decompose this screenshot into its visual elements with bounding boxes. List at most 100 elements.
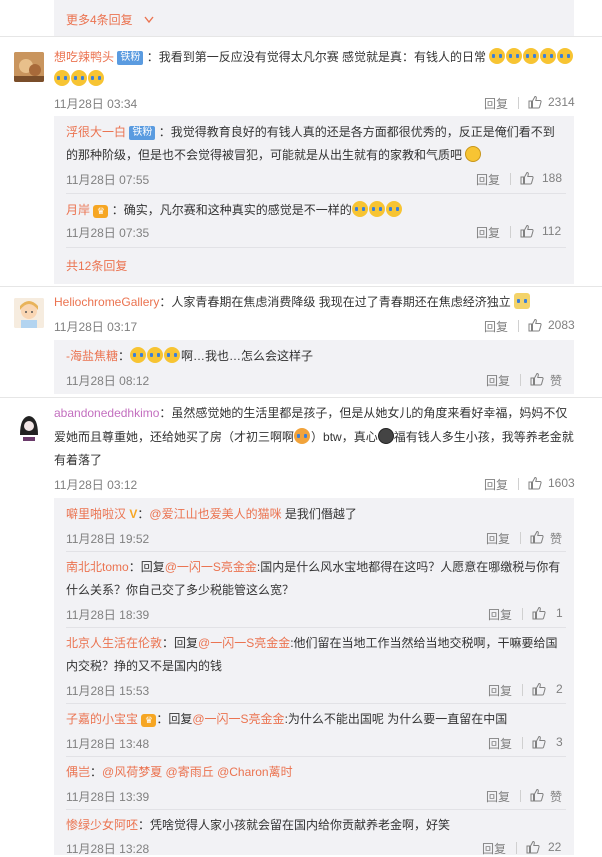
comment-text: 福有钱人多生小孩，我等养老金就 — [393, 430, 574, 444]
reply-prefix: ：回复 — [128, 560, 165, 574]
reply-actions: 回复 188 — [476, 171, 576, 187]
replier-name[interactable]: 噼里啪啦汉 — [66, 507, 126, 521]
crying-emoji-icon — [164, 347, 181, 363]
more-replies-link[interactable]: 更多4条回复 — [66, 11, 154, 28]
reply-text: 啊…我也…怎么会这样子 — [181, 349, 314, 363]
all-replies-link[interactable]: 共12条回复 — [66, 257, 127, 274]
reply-text: :他们留在当地工作当然给当地交税啊，干嘛要给国 — [290, 636, 558, 650]
timestamp: 11月28日 08:12 — [66, 374, 150, 388]
divider — [66, 193, 566, 194]
crying-emoji-icon — [71, 70, 87, 86]
mention-link[interactable]: @一闪一S亮金金 — [192, 712, 284, 726]
reply-actions: 回复 赞 — [486, 530, 586, 546]
comment-text: 有着落了 — [54, 453, 103, 467]
comment-3-line-3: 有着落了 — [54, 450, 102, 470]
mention-link[interactable]: @爱江山也爱美人的猫咪 — [149, 507, 281, 521]
like-count: 188 — [542, 171, 563, 185]
reply-button[interactable]: 回复 — [488, 682, 512, 699]
replier-name[interactable]: 月岸 — [66, 203, 90, 217]
thumbs-up-icon[interactable] — [532, 606, 546, 620]
reply-text: :为什么不能出国呢 为什么要一直留在中国 — [284, 712, 508, 726]
crying-emoji-icon — [130, 347, 147, 363]
divider — [520, 532, 521, 544]
reply-button[interactable]: 回复 — [476, 171, 500, 188]
comment-text: ）btw，真心 — [311, 430, 378, 444]
like-count: 2083 — [548, 318, 575, 332]
laughing-emoji-icon — [294, 428, 311, 444]
thumbs-up-icon[interactable] — [528, 318, 542, 332]
mention-link[interactable]: @风荷梦夏 @寄雨丘 @Charon蓠时 — [102, 765, 293, 779]
reply-button[interactable]: 回复 — [486, 788, 510, 805]
replier-name[interactable]: 浮很大一白 — [66, 125, 126, 139]
timestamp: 11月28日 07:55 — [66, 173, 150, 187]
reply-box-top: 更多4条回复 — [54, 0, 574, 36]
divider — [66, 809, 566, 810]
thumbs-up-icon[interactable] — [532, 735, 546, 749]
commenter-name[interactable]: 想吃辣鸭头 — [54, 50, 114, 64]
thumbs-up-icon[interactable] — [530, 372, 544, 386]
comment-actions: 回复 2083 — [484, 318, 594, 334]
replier-name[interactable]: 北京人生活在伦敦 — [66, 636, 162, 650]
comment-actions: 回复 1603 — [484, 476, 594, 492]
reply-button[interactable]: 回复 — [476, 224, 500, 241]
thumbs-up-icon[interactable] — [530, 788, 544, 802]
reply-line-1: 浮很大一白 铁粉 ：我觉得教育良好的有钱人真的还是各方面都很优秀的，反正是俺们看… — [66, 122, 555, 142]
reply-button[interactable]: 回复 — [484, 476, 508, 493]
replier-name[interactable]: -海盐焦糖 — [66, 349, 118, 363]
avatar[interactable] — [14, 298, 44, 328]
divider — [522, 684, 523, 696]
replier-name[interactable]: 南北北tomo — [66, 560, 129, 574]
replier-name[interactable]: 偶岂 — [66, 765, 90, 779]
thumbs-up-icon[interactable] — [530, 530, 544, 544]
divider — [516, 842, 517, 854]
vip-icon: ♛ — [141, 714, 157, 727]
like-label: 赞 — [550, 532, 563, 546]
replier-name[interactable]: 惨绿少女阿呸 — [66, 818, 138, 832]
comment-text: ：人家青春期在焦虑消费降级 我现在过了青春期还在焦虑经济独立 — [159, 295, 511, 309]
reply-button[interactable]: 回复 — [484, 95, 508, 112]
commenter-name[interactable]: HeliochromeGallery — [54, 295, 159, 309]
crying-emoji-icon — [540, 48, 557, 64]
thumbs-up-icon[interactable] — [520, 171, 534, 185]
crying-emoji-icon — [557, 48, 574, 64]
reply-line-1: -海盐焦糖： 啊…我也…怎么会这样子 — [66, 346, 313, 366]
crying-emoji-icon — [368, 201, 385, 217]
like-count: 2 — [556, 682, 563, 696]
reply-text: ：我觉得教育良好的有钱人真的还是各方面都很优秀的，反正是俺们看不到 — [158, 125, 555, 139]
crying-emoji-icon — [351, 201, 368, 217]
chevron-down-icon — [144, 16, 154, 24]
avatar[interactable] — [14, 411, 44, 441]
comment-actions: 回复 2314 — [484, 95, 594, 111]
divider — [518, 320, 519, 332]
mention-link[interactable]: @一闪一S亮金金 — [198, 636, 290, 650]
reply-button[interactable]: 回复 — [484, 318, 508, 335]
avatar[interactable] — [14, 52, 44, 82]
reply-button[interactable]: 回复 — [486, 372, 510, 389]
timestamp: 11月28日 19:52 — [66, 532, 150, 546]
divider — [522, 608, 523, 620]
thumbs-up-icon[interactable] — [532, 682, 546, 696]
comment-1-line-1: 想吃辣鸭头 铁粉 ：我看到第一反应没有觉得太凡尔赛 感觉就是真：有钱人的日常 — [54, 47, 574, 67]
reply-text: :国内是什么风水宝地都得在这吗？人愿意在哪缴税与你有 — [256, 560, 561, 574]
like-count: 2314 — [548, 95, 575, 109]
reply-text: ：确实，凡尔赛和这种真实的感觉是不一样的 — [111, 203, 352, 217]
divider — [520, 790, 521, 802]
vip-icon: ♛ — [93, 205, 109, 218]
replier-name[interactable]: 子嘉的小宝宝 — [66, 712, 138, 726]
commenter-name[interactable]: abandonededhkimo — [54, 406, 159, 420]
thumbs-up-icon[interactable] — [526, 840, 540, 854]
reply-button[interactable]: 回复 — [482, 840, 506, 857]
fan-badge: 铁粉 — [129, 126, 156, 140]
reply-line-1: 北京人生活在伦敦：回复@一闪一S亮金金:他们留在当地工作当然给当地交税啊，干嘛要… — [66, 633, 558, 653]
thumbs-up-icon[interactable] — [520, 224, 534, 238]
reply-button[interactable]: 回复 — [488, 735, 512, 752]
reply-button[interactable]: 回复 — [488, 606, 512, 623]
comment-text: 爱她而且尊重她，还给她买了房（才初三啊啊 — [54, 430, 295, 444]
reply-button[interactable]: 回复 — [486, 530, 510, 547]
divider — [0, 36, 602, 37]
divider — [518, 478, 519, 490]
mention-link[interactable]: @一闪一S亮金金 — [165, 560, 257, 574]
divider — [0, 397, 602, 398]
thumbs-up-icon[interactable] — [528, 476, 542, 490]
thumbs-up-icon[interactable] — [528, 95, 542, 109]
